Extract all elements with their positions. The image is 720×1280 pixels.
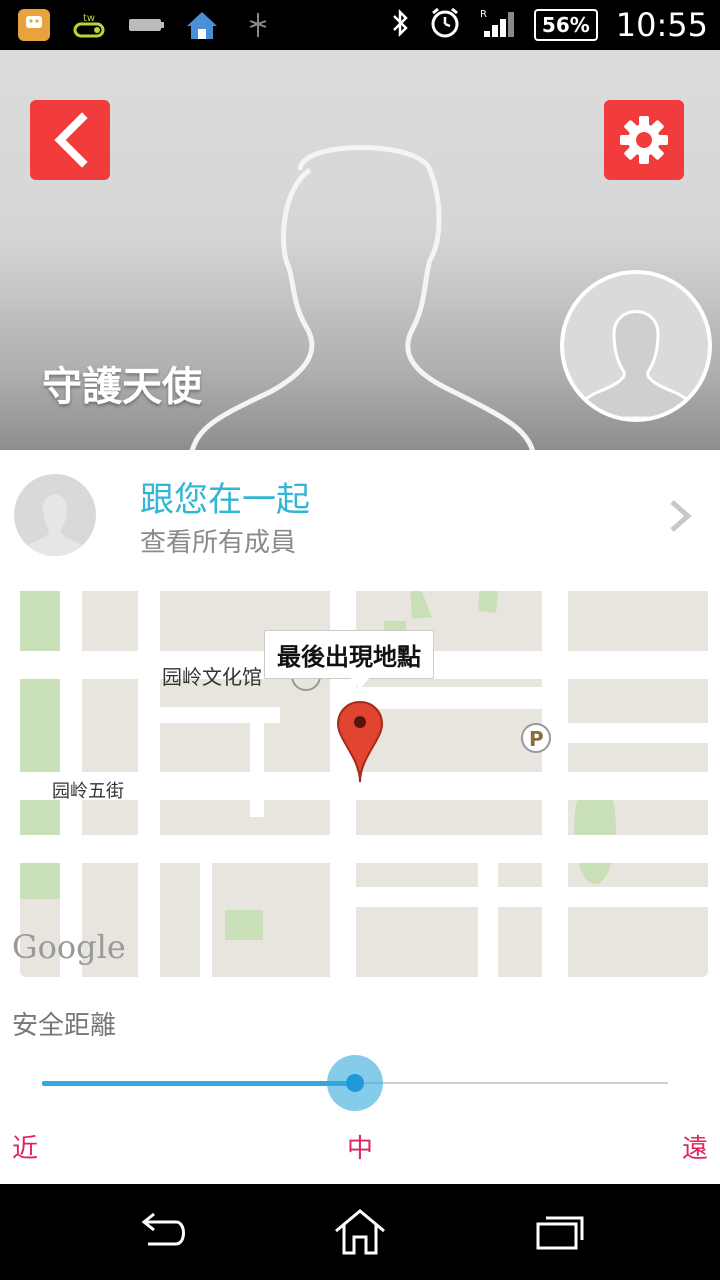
person-icon	[20, 494, 90, 556]
tw-app-icon: tw	[72, 8, 108, 42]
page-title: 守護天使	[42, 364, 202, 410]
back-nav-button[interactable]	[130, 1202, 190, 1262]
google-logo: Google	[12, 928, 126, 966]
app-notification-icon	[16, 8, 52, 42]
home-icon	[335, 1209, 385, 1255]
map-pin-icon[interactable]	[336, 700, 384, 784]
member-subtitle: 查看所有成員	[140, 528, 297, 558]
avatar[interactable]	[560, 270, 712, 422]
settings-button[interactable]	[604, 100, 684, 180]
slider-label-near: 近	[12, 1134, 39, 1164]
battery-indicator: 56%	[533, 9, 598, 41]
bluetooth-icon	[390, 8, 410, 42]
distance-slider-thumb[interactable]	[346, 1074, 364, 1092]
battery-device-icon	[128, 8, 164, 42]
home-app-icon	[184, 8, 220, 42]
slider-label-far: 遠	[682, 1134, 709, 1164]
map-callout: 最後出現地點	[264, 630, 434, 679]
clock: 10:55	[615, 6, 708, 44]
map-street-label: 园岭五街	[52, 781, 124, 802]
signal-icon: R	[480, 7, 516, 43]
back-arrow-icon	[141, 1212, 185, 1246]
person-icon	[574, 310, 698, 418]
recent-apps-icon	[536, 1216, 584, 1250]
svg-text:R: R	[480, 9, 487, 20]
home-nav-button[interactable]	[330, 1202, 390, 1262]
map-place-label: 园岭文化馆	[162, 665, 262, 689]
svg-text:P: P	[529, 727, 544, 751]
member-avatar	[14, 474, 96, 556]
back-button[interactable]	[30, 100, 110, 180]
chevron-left-icon	[54, 112, 88, 168]
member-title: 跟您在一起	[140, 480, 310, 520]
callout-tail	[350, 677, 370, 689]
gear-icon	[620, 116, 668, 164]
recents-nav-button[interactable]	[530, 1202, 590, 1262]
safety-distance-label: 安全距離	[12, 1011, 117, 1041]
navigation-bar	[0, 1184, 720, 1280]
chevron-right-icon	[670, 500, 692, 532]
silhouette-icon	[189, 145, 536, 450]
svg-text:tw: tw	[83, 13, 95, 24]
usb-debug-icon	[240, 8, 276, 42]
distance-slider-fill	[42, 1081, 355, 1086]
status-bar: tw R 56% 10:55	[0, 0, 720, 50]
alarm-icon	[428, 6, 462, 44]
slider-label-mid: 中	[347, 1134, 374, 1164]
members-row[interactable]: 跟您在一起 查看所有成員	[0, 450, 720, 580]
profile-header: 守護天使	[0, 50, 720, 450]
